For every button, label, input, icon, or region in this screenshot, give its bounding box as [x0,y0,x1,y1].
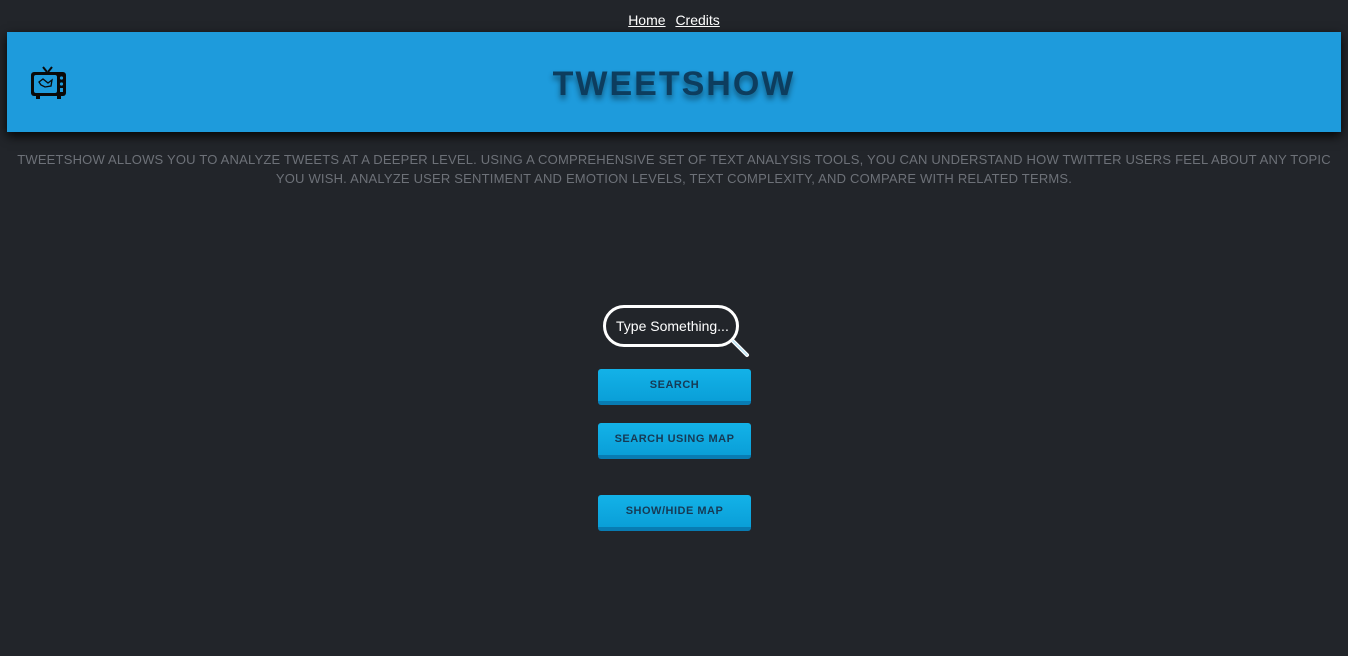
search-input[interactable] [603,305,739,347]
page-title: TWEETSHOW [552,65,796,103]
search-button[interactable]: SEARCH [598,369,751,405]
search-using-map-button[interactable]: SEARCH USING MAP [598,423,751,459]
show-hide-map-button[interactable]: SHOW/HIDE MAP [598,495,751,531]
top-nav: Home Credits [0,11,1348,29]
nav-link-credits[interactable]: Credits [675,12,719,28]
nav-link-home[interactable]: Home [628,12,665,28]
search-box [603,305,753,360]
header-banner: TWEETSHOW [7,32,1341,132]
magnifier-icon [731,339,749,357]
app-description: TWEETSHOW ALLOWS YOU TO ANALYZE TWEETS A… [17,152,1331,186]
